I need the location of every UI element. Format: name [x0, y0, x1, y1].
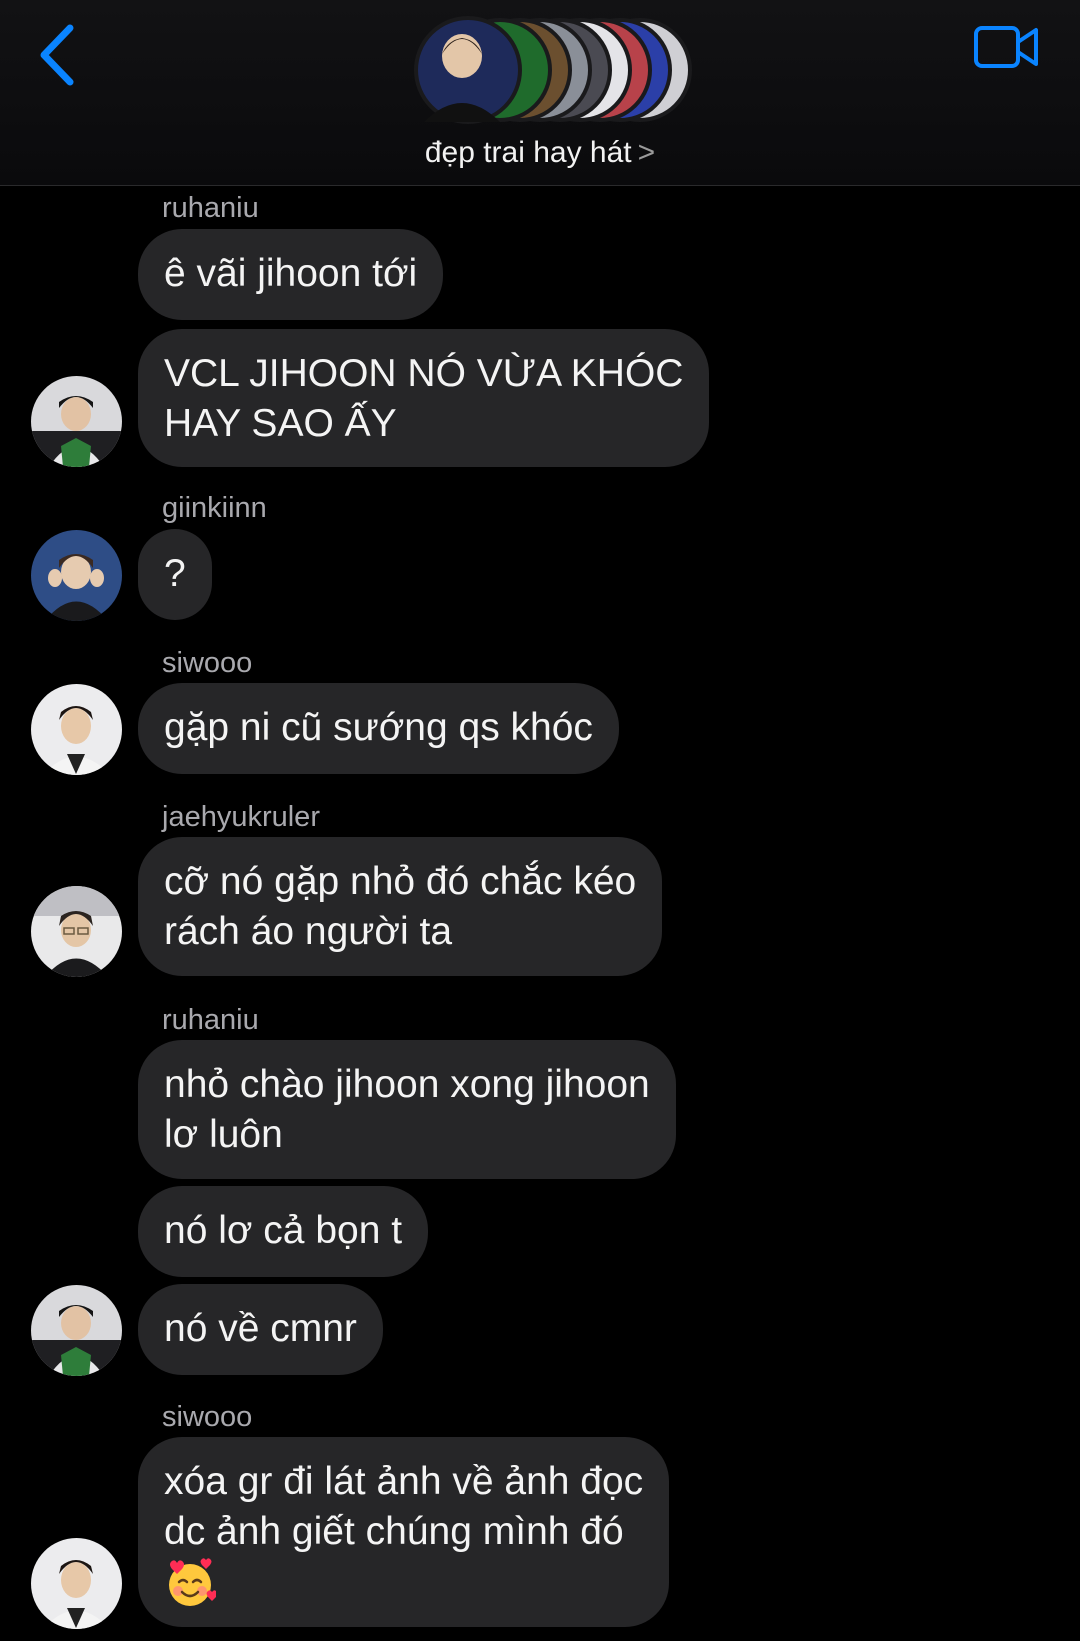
sender-name: ruhaniu — [162, 1004, 259, 1036]
message-text: ê vãi jihoon tới — [164, 252, 418, 295]
message-text: lơ luôn — [164, 1113, 283, 1156]
sender-name: giinkiinn — [162, 492, 267, 524]
message-text: xóa gr đi lát ảnh về ảnh đọc — [164, 1460, 644, 1503]
sender-name: ruhaniu — [162, 192, 259, 224]
sender-name: siwooo — [162, 1401, 253, 1433]
message-text: cỡ nó gặp nhỏ đó chắc kéo — [164, 860, 637, 903]
message-bubble[interactable]: ? — [138, 529, 212, 620]
message-text: VCL JIHOON NÓ VỪA KHÓC — [164, 352, 684, 395]
chevron-left-icon — [40, 24, 74, 86]
chat-header: đẹp trai hay hát > — [0, 0, 1080, 186]
message-text: nhỏ chào jihoon xong jihoon — [164, 1063, 650, 1106]
chevron-right-icon: > — [637, 136, 656, 169]
message-text: ? — [164, 552, 186, 595]
sender-name: jaehyukruler — [162, 801, 320, 833]
avatar-siwooo[interactable] — [31, 684, 122, 775]
message-bubble[interactable]: nó về cmnr — [138, 1284, 383, 1375]
group-avatar-stack[interactable] — [378, 14, 698, 126]
message-bubble[interactable]: xóa gr đi lát ảnh về ảnh đọc dc ảnh giết… — [138, 1437, 670, 1627]
message-bubble[interactable]: VCL JIHOON NÓ VỪA KHÓC HAY SAO ẤY — [138, 329, 710, 467]
message-bubble[interactable]: gặp ni cũ sướng qs khóc — [138, 683, 619, 774]
avatar-siwooo[interactable] — [31, 1538, 122, 1629]
message-bubble[interactable]: nhỏ chào jihoon xong jihoon lơ luôn — [138, 1040, 676, 1179]
message-text: rách áo người ta — [164, 910, 453, 953]
avatar-ruhaniu[interactable] — [31, 1285, 122, 1376]
message-text: nó về cmnr — [164, 1307, 357, 1350]
message-bubble[interactable]: nó lơ cả bọn t — [138, 1186, 429, 1277]
video-camera-icon — [974, 26, 1038, 68]
avatar-jaehyukruler[interactable] — [31, 886, 122, 977]
message-text: gặp ni cũ sướng qs khóc — [164, 706, 593, 749]
sender-name: siwooo — [162, 647, 253, 679]
video-call-button[interactable] — [972, 22, 1042, 72]
message-bubble[interactable]: ê vãi jihoon tới — [138, 229, 444, 320]
avatar-giinkiinn[interactable] — [31, 530, 122, 621]
avatar-ruhaniu[interactable] — [31, 376, 122, 467]
message-text: nó lơ cả bọn t — [164, 1209, 403, 1252]
group-name-button[interactable]: đẹp trai hay hát > — [0, 136, 1080, 170]
message-text: HAY SAO ẤY — [164, 402, 397, 445]
smiling-face-with-hearts-icon — [169, 1558, 216, 1606]
message-text: dc ảnh giết chúng mình đó — [164, 1510, 624, 1553]
group-name: đẹp trai hay hát — [424, 136, 632, 169]
message-bubble[interactable]: cỡ nó gặp nhỏ đó chắc kéo rách áo người … — [138, 837, 663, 976]
back-button[interactable] — [34, 22, 84, 88]
